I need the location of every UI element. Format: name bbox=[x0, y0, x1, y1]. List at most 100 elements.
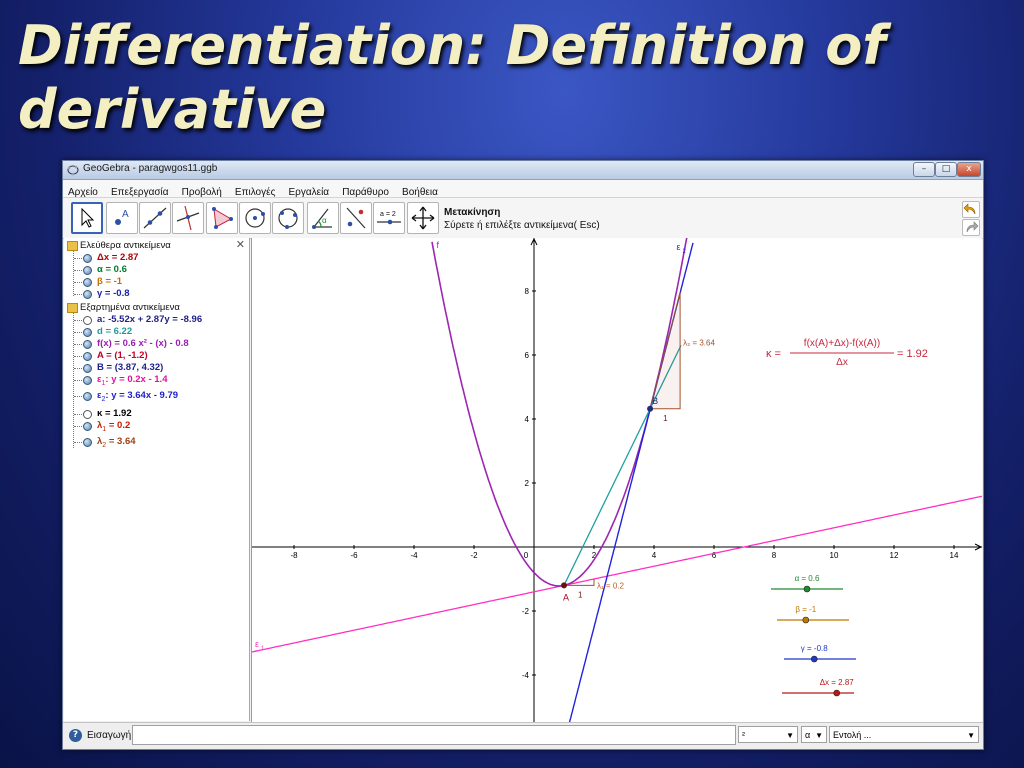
redo-button[interactable] bbox=[962, 219, 980, 236]
slider-tool-glyph: a = 2 bbox=[380, 211, 396, 218]
move-graphics-view-tool-icon bbox=[411, 206, 435, 230]
parameter-sliders[interactable]: α = 0.6 β = -1 γ = -0.8 Δx = 2.87 bbox=[771, 574, 856, 697]
symbol-combo[interactable]: ² ▼ bbox=[738, 726, 798, 743]
slider-knob[interactable] bbox=[833, 689, 841, 697]
tree-connector bbox=[74, 356, 82, 357]
visibility-toggle-icon[interactable] bbox=[83, 410, 92, 419]
difference-quotient-formula: κ = f(x(A)+Δx)-f(x(A)) Δx = 1.92 bbox=[766, 338, 928, 368]
algebra-item[interactable]: β = -1 bbox=[97, 276, 122, 288]
tangent-e2-subscript: 2 bbox=[683, 249, 687, 255]
algebra-item[interactable]: f(x) = 0.6 x² - (x) - 0.8 bbox=[97, 338, 189, 350]
algebra-item[interactable]: ε2: y = 3.64x - 9.79 bbox=[97, 390, 178, 403]
algebra-item[interactable]: A = (1, -1.2) bbox=[97, 350, 148, 362]
visibility-toggle-icon[interactable] bbox=[83, 316, 92, 325]
geogebra-app-icon bbox=[67, 165, 79, 176]
algebra-item[interactable]: B = (3.87, 4.32) bbox=[97, 362, 163, 374]
move-graphics-tool-button[interactable] bbox=[407, 202, 439, 234]
tree-connector bbox=[74, 426, 82, 427]
free-objects-header[interactable]: Ελεύθερα αντικείμενα bbox=[80, 240, 171, 252]
angle-tool-button[interactable]: α bbox=[307, 202, 339, 234]
tree-connector bbox=[74, 368, 82, 369]
visibility-toggle-icon[interactable] bbox=[83, 422, 92, 431]
point-a bbox=[561, 582, 567, 589]
tree-connector bbox=[73, 250, 74, 296]
visibility-toggle-icon[interactable] bbox=[83, 290, 92, 299]
visibility-toggle-icon[interactable] bbox=[83, 266, 92, 275]
algebra-item-value: = -0.8 bbox=[102, 288, 130, 299]
active-tool-name: Μετακίνηση bbox=[444, 207, 501, 218]
algebra-item-value: = (1, -1.2) bbox=[103, 350, 148, 361]
minimize-button[interactable]: – bbox=[913, 162, 935, 177]
perpendicular-tool-button[interactable] bbox=[172, 202, 204, 234]
close-button[interactable]: x bbox=[957, 162, 981, 177]
slope-triangle-lambda2 bbox=[649, 292, 681, 410]
algebra-item[interactable]: ε1: y = 0.2x - 1.4 bbox=[97, 374, 167, 387]
polygon-tool-button[interactable] bbox=[206, 202, 238, 234]
maximize-button[interactable]: □ bbox=[935, 162, 957, 177]
algebra-item[interactable]: λ2 = 3.64 bbox=[97, 436, 136, 449]
algebra-item[interactable]: a: -5.52x + 2.87y = -8.96 bbox=[97, 314, 202, 326]
visibility-toggle-icon[interactable] bbox=[83, 352, 92, 361]
visibility-toggle-icon[interactable] bbox=[83, 438, 92, 447]
lambda2-run-label: 1 bbox=[663, 414, 668, 423]
algebra-item-value: = -1 bbox=[102, 276, 123, 287]
command-combo[interactable]: Εντολή ... ▼ bbox=[829, 726, 979, 743]
algebra-item[interactable]: α = 0.6 bbox=[97, 264, 127, 276]
menu-help[interactable]: Βοήθεια bbox=[397, 184, 441, 198]
visibility-toggle-icon[interactable] bbox=[83, 328, 92, 337]
menu-file[interactable]: Αρχείο bbox=[63, 184, 101, 198]
folder-icon bbox=[67, 303, 78, 313]
coordinate-axes: -8 -6 -4 -2 0 2 4 6 8 10 12 148642-2-4 bbox=[252, 238, 982, 722]
close-algebra-view-icon[interactable]: ✕ bbox=[236, 238, 245, 251]
y-tick-label: 8 bbox=[525, 287, 530, 296]
window-title: GeoGebra - paragwgos11.ggb bbox=[83, 163, 218, 174]
slider-knob[interactable] bbox=[803, 585, 811, 593]
move-tool-icon bbox=[81, 207, 95, 228]
visibility-toggle-icon[interactable] bbox=[83, 340, 92, 349]
algebra-item[interactable]: d = 6.22 bbox=[97, 326, 132, 338]
algebra-item[interactable]: κ = 1.92 bbox=[97, 408, 132, 420]
input-help-icon[interactable]: ? bbox=[69, 729, 82, 742]
line-tool-button[interactable] bbox=[139, 202, 171, 234]
menu-view[interactable]: Προβολή bbox=[177, 184, 225, 198]
graphics-view[interactable]: -8 -6 -4 -2 0 2 4 6 8 10 12 14 8 6 4 2 -2 -4 A Bf ε 2 ε 1 λ₁ = … bbox=[251, 238, 982, 722]
algebra-item[interactable]: λ1 = 0.2 bbox=[97, 420, 130, 433]
x-tick-label: 0 bbox=[524, 551, 529, 560]
reflect-tool-button[interactable] bbox=[340, 202, 372, 234]
slider-knob[interactable] bbox=[810, 655, 818, 663]
point-tool-button[interactable]: A bbox=[106, 202, 138, 234]
x-tick-label: 4 bbox=[652, 551, 657, 560]
greek-letter-combo[interactable]: α ▼ bbox=[801, 726, 827, 743]
menu-tools[interactable]: Εργαλεία bbox=[283, 184, 332, 198]
active-tool-help: Σύρετε ή επιλέξτε αντικείμενα( Esc) bbox=[444, 220, 600, 231]
visibility-toggle-icon[interactable] bbox=[83, 376, 92, 385]
undo-button[interactable] bbox=[962, 201, 980, 218]
algebra-item[interactable]: Δx = 2.87 bbox=[97, 252, 138, 264]
visibility-toggle-icon[interactable] bbox=[83, 278, 92, 287]
visibility-toggle-icon[interactable] bbox=[83, 364, 92, 373]
slider-knob[interactable] bbox=[802, 616, 810, 624]
algebra-item[interactable]: γ = -0.8 bbox=[97, 288, 130, 300]
x-tick-label: -2 bbox=[470, 551, 478, 560]
lambda1-label: λ₁ = 0.2 bbox=[597, 581, 624, 590]
perpendicular-line-tool-icon bbox=[176, 205, 200, 231]
circle-tool-button[interactable] bbox=[239, 202, 271, 234]
visibility-toggle-icon[interactable] bbox=[83, 254, 92, 263]
graphics-canvas[interactable]: -8 -6 -4 -2 0 2 4 6 8 10 12 148642-2-4 ABf ε 2ε 1λ₁ = … bbox=[252, 238, 982, 722]
tangent-line-e1 bbox=[252, 495, 982, 653]
algebra-item-value: = 2.87 bbox=[109, 252, 139, 263]
slider-tool-button[interactable]: a = 2 bbox=[373, 202, 405, 234]
visibility-toggle-icon[interactable] bbox=[83, 392, 92, 401]
input-field[interactable] bbox=[132, 725, 736, 745]
x-tick-label: 10 bbox=[830, 551, 839, 560]
dependent-objects-header[interactable]: Εξαρτημένα αντικείμενα bbox=[80, 302, 180, 314]
slider-label: α = 0.6 bbox=[795, 574, 820, 583]
circle-three-points-tool-button[interactable] bbox=[272, 202, 304, 234]
move-tool-button[interactable] bbox=[71, 202, 103, 234]
formula-denominator: Δx bbox=[836, 357, 848, 368]
tree-connector bbox=[74, 414, 82, 415]
menu-window[interactable]: Παράθυρο bbox=[337, 184, 392, 198]
menu-edit[interactable]: Επεξεργασία bbox=[106, 184, 172, 198]
menu-options[interactable]: Επιλογές bbox=[230, 184, 278, 198]
window-titlebar[interactable]: GeoGebra - paragwgos11.ggb – □ x bbox=[63, 161, 983, 180]
